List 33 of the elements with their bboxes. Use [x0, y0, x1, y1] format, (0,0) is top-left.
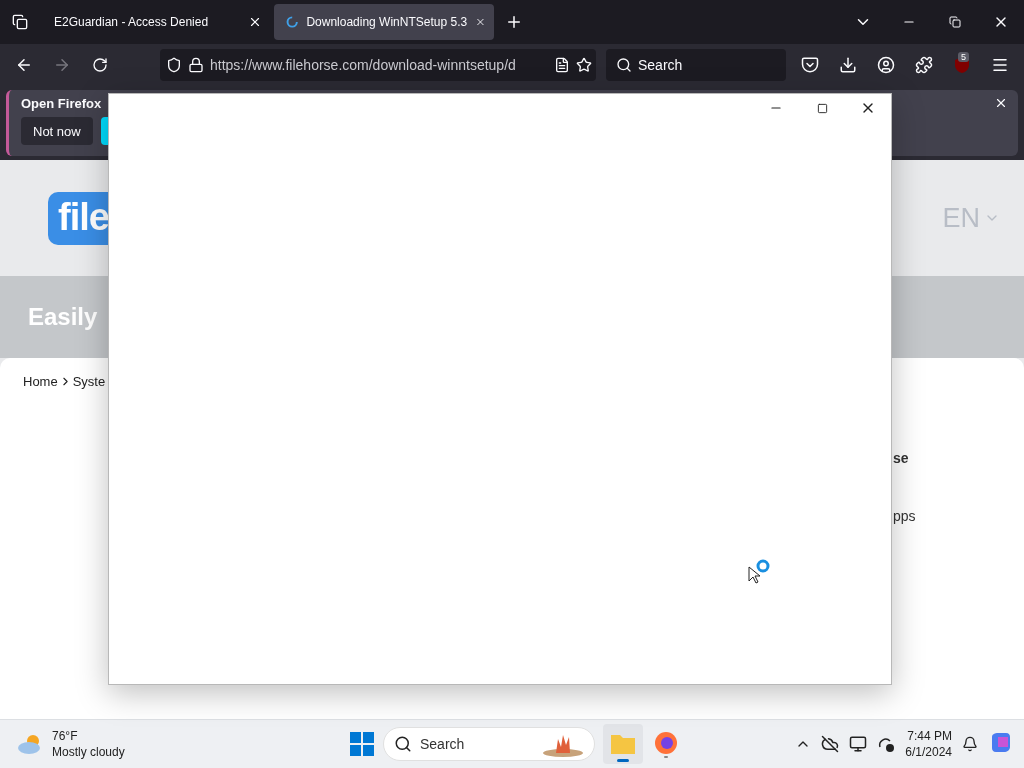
clock[interactable]: 7:44 PM 6/1/2024 — [905, 728, 952, 760]
maximize-icon — [816, 102, 828, 114]
reader-view-icon[interactable] — [554, 57, 570, 73]
side-text: se — [893, 450, 910, 466]
notification-message: Open Firefox — [21, 96, 103, 111]
tab-label: Downloading WinNTSetup 5.3 — [306, 15, 468, 29]
windows-start-icon[interactable] — [349, 731, 375, 757]
close-tab-icon[interactable] — [248, 15, 262, 29]
close-notification-icon[interactable] — [994, 96, 1008, 110]
weather-text: Mostly cloudy — [52, 744, 125, 760]
breadcrumb-link[interactable]: Home — [23, 373, 58, 389]
search-icon — [394, 735, 412, 753]
banner-heading: Easily — [28, 303, 98, 331]
lock-icon[interactable] — [188, 57, 204, 73]
side-text: pps — [893, 508, 917, 524]
taskbar-search[interactable]: Search — [383, 727, 595, 761]
browser-tab[interactable]: E2Guardian - Access Denied — [42, 4, 270, 40]
monitor-icon[interactable] — [849, 735, 868, 753]
browser-tab[interactable]: Downloading WinNTSetup 5.3 — [274, 4, 494, 40]
network-off-icon[interactable] — [877, 735, 896, 753]
not-now-button[interactable]: Not now — [21, 117, 93, 145]
search-field[interactable]: Search — [606, 49, 786, 81]
temperature: 76°F — [52, 728, 79, 744]
badge-count: 5 — [958, 52, 969, 62]
tab-label: E2Guardian - Access Denied — [54, 15, 210, 29]
shield-icon[interactable] — [166, 57, 182, 73]
bookmark-star-icon[interactable] — [576, 57, 592, 73]
breadcrumb-link[interactable]: Syste — [72, 373, 106, 389]
address-bar[interactable]: https://www.filehorse.com/download-winntsetup/d — [160, 49, 596, 81]
loading-icon — [286, 14, 299, 30]
bell-icon[interactable] — [962, 736, 978, 752]
cloud-off-icon[interactable] — [821, 735, 840, 753]
search-icon — [616, 57, 632, 73]
